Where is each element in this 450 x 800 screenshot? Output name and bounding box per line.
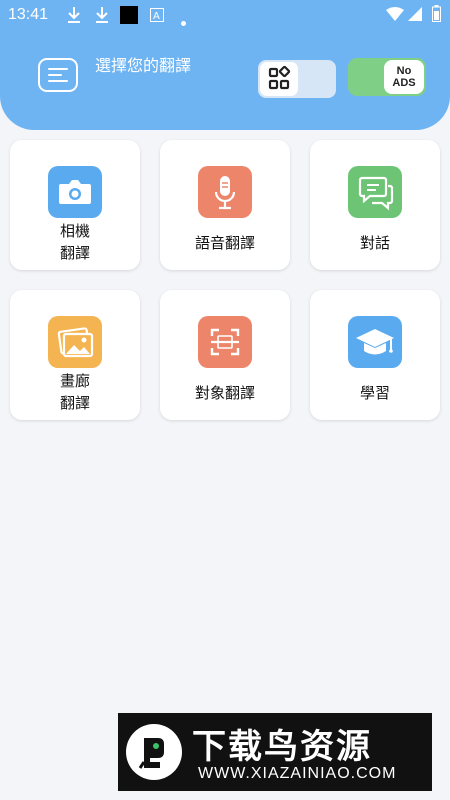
signal-icon — [408, 7, 422, 25]
no-ads-knob: No ADS — [384, 60, 424, 94]
card-label: 相機 翻譯 — [59, 222, 90, 262]
black-square-icon — [120, 6, 138, 28]
conversation-card[interactable]: 對話 — [310, 140, 440, 270]
learning-card[interactable]: 學習 — [310, 290, 440, 420]
card-label: 語音翻譯 — [194, 234, 255, 252]
no-ads-label-line2: ADS — [392, 77, 416, 89]
battery-icon — [432, 5, 441, 26]
app-header: 選擇您的翻譯 No ADS — [0, 30, 450, 130]
gallery-icon — [48, 316, 102, 368]
card-label: 學習 — [359, 384, 390, 402]
camera-translate-card[interactable]: 相機 翻譯 — [10, 140, 140, 270]
download-icon — [94, 6, 110, 28]
watermark-banner: 下载鸟资源 WWW.XIAZAINIAO.COM — [118, 713, 432, 791]
grid-icon — [260, 62, 298, 96]
no-ads-toggle[interactable]: No ADS — [348, 58, 426, 96]
status-time: 13:41 — [8, 6, 49, 23]
scan-object-icon — [198, 316, 252, 368]
bird-logo-icon — [126, 724, 182, 780]
voice-translate-card[interactable]: 語音翻譯 — [160, 140, 290, 270]
download-icon — [66, 6, 82, 28]
text-icon: A — [150, 8, 164, 26]
svg-text:A: A — [153, 11, 160, 22]
layout-toggle[interactable] — [258, 60, 336, 98]
wifi-icon — [386, 7, 404, 25]
card-label: 畫廊 翻譯 — [59, 372, 90, 412]
dot-icon — [181, 12, 186, 30]
brand-text: 下载鸟资源 — [192, 727, 372, 767]
page-title: 選擇您的翻譯 — [95, 56, 192, 75]
object-translate-card[interactable]: 對象翻譯 — [160, 290, 290, 420]
gallery-translate-card[interactable]: 畫廊 翻譯 — [10, 290, 140, 420]
microphone-icon — [198, 166, 252, 218]
brand-url: WWW.XIAZAINIAO.COM — [198, 765, 397, 782]
chat-icon — [348, 166, 402, 218]
graduation-cap-icon — [348, 316, 402, 368]
menu-button[interactable] — [38, 58, 78, 92]
status-bar: 13:41 A — [0, 0, 450, 30]
camera-icon — [48, 166, 102, 218]
card-label: 對象翻譯 — [194, 384, 255, 402]
card-label: 對話 — [359, 234, 390, 252]
no-ads-label-line1: No — [396, 65, 412, 77]
